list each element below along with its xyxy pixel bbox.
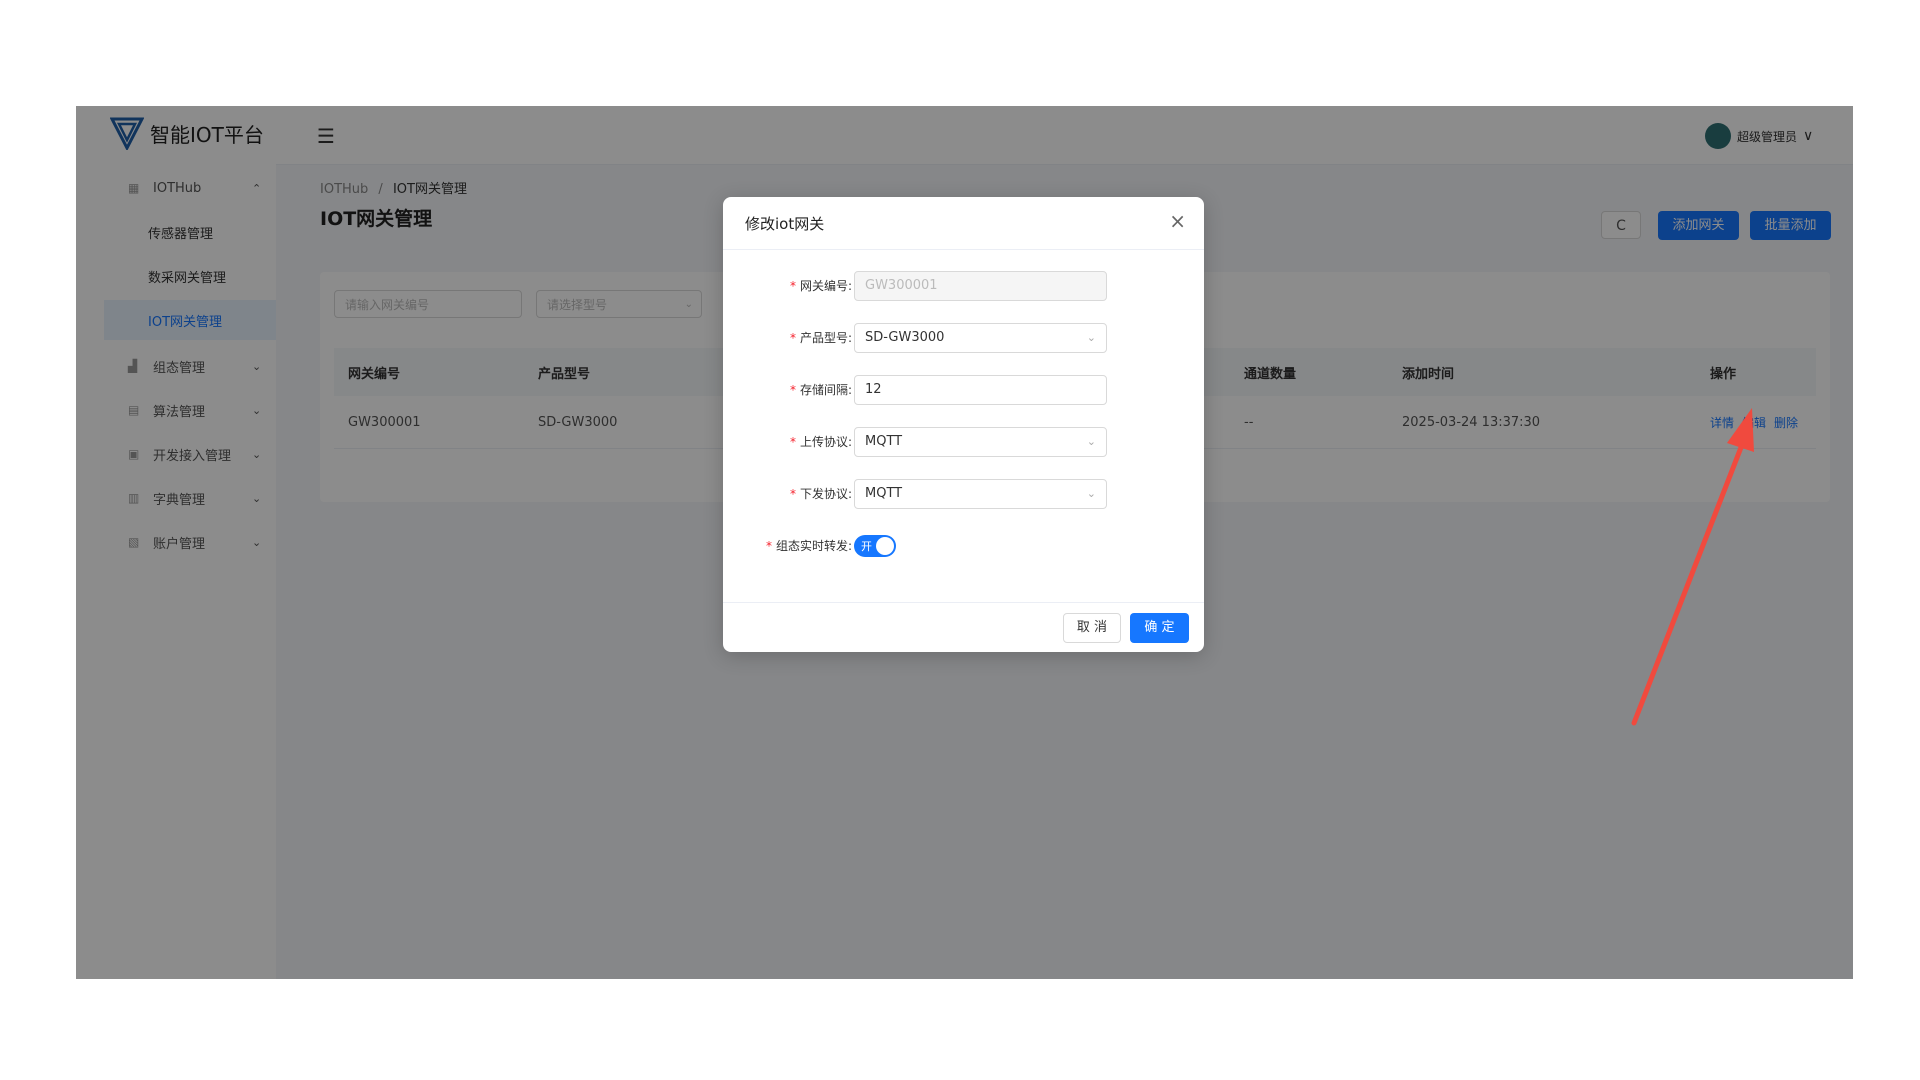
field-label-text: 存储间隔: xyxy=(799,383,852,397)
chevron-down-icon: ⌄ xyxy=(1086,435,1096,448)
field-label-text: 组态实时转发: xyxy=(775,539,852,553)
required-mark: * xyxy=(789,487,796,501)
toggle-knob xyxy=(876,537,894,555)
field-label: * 上传协议: xyxy=(790,427,852,457)
upload-protocol-value: MQTT xyxy=(865,434,903,449)
close-icon[interactable]: × xyxy=(1169,209,1186,233)
required-mark: * xyxy=(789,331,796,345)
gateway-no-input[interactable]: GW300001 xyxy=(854,271,1107,301)
upload-protocol-select[interactable]: MQTT ⌄ xyxy=(854,427,1107,457)
field-label-text: 网关编号: xyxy=(799,279,852,293)
form-row-model: * 产品型号: SD-GW3000 ⌄ xyxy=(723,323,1204,353)
form-row-upload: * 上传协议: MQTT ⌄ xyxy=(723,427,1204,457)
model-select[interactable]: SD-GW3000 ⌄ xyxy=(854,323,1107,353)
model-select-value: SD-GW3000 xyxy=(865,330,945,345)
chevron-down-icon: ⌄ xyxy=(1086,331,1096,344)
realtime-forward-toggle[interactable]: 开 xyxy=(854,535,896,557)
form-row-gateway-no: * 网关编号: GW300001 xyxy=(723,271,1204,301)
field-label-text: 产品型号: xyxy=(799,331,852,345)
download-protocol-value: MQTT xyxy=(865,486,903,501)
field-label: * 网关编号: xyxy=(790,271,852,301)
modal-footer: 取 消 确 定 xyxy=(723,602,1204,653)
field-label: * 存储间隔: xyxy=(790,375,852,405)
confirm-button[interactable]: 确 定 xyxy=(1130,613,1189,643)
field-label-text: 下发协议: xyxy=(799,487,852,501)
toggle-text: 开 xyxy=(861,540,872,553)
download-protocol-select[interactable]: MQTT ⌄ xyxy=(854,479,1107,509)
form-row-download: * 下发协议: MQTT ⌄ xyxy=(723,479,1204,509)
field-label: * 组态实时转发: xyxy=(766,531,852,561)
required-mark: * xyxy=(789,435,796,449)
field-label: * 产品型号: xyxy=(790,323,852,353)
required-mark: * xyxy=(789,279,796,293)
form-row-interval: * 存储间隔: 12 xyxy=(723,375,1204,405)
edit-gateway-modal: 修改iot网关 × * 网关编号: GW300001 * 产品型号: SD-GW30… xyxy=(723,197,1204,652)
modal-header: 修改iot网关 × xyxy=(723,197,1204,250)
chevron-down-icon: ⌄ xyxy=(1086,487,1096,500)
required-mark: * xyxy=(789,383,796,397)
field-label-text: 上传协议: xyxy=(799,435,852,449)
field-label: * 下发协议: xyxy=(790,479,852,509)
modal-title: 修改iot网关 xyxy=(745,215,825,233)
cancel-button[interactable]: 取 消 xyxy=(1063,613,1121,643)
storage-interval-input[interactable]: 12 xyxy=(854,375,1107,405)
form-row-realtime: * 组态实时转发: 开 xyxy=(723,531,1204,561)
required-mark: * xyxy=(765,539,772,553)
